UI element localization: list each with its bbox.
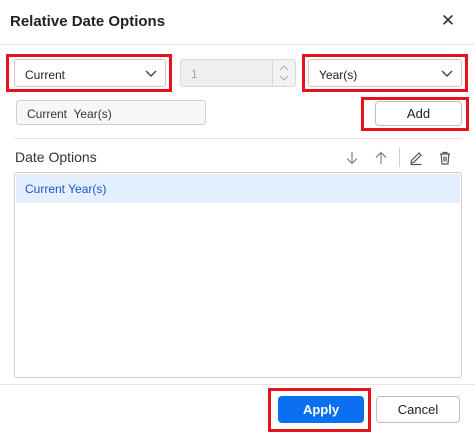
trash-icon[interactable] (437, 150, 453, 166)
count-input[interactable]: 1 (180, 59, 296, 87)
chevron-down-icon (441, 70, 453, 77)
expression-preview: Current Year(s) (16, 100, 206, 125)
dialog-title: Relative Date Options (10, 13, 166, 30)
add-button[interactable]: Add (375, 101, 462, 126)
relative-date-options-dialog: Relative Date Options ✕ Current 1 Year(s… (0, 0, 474, 441)
unit-select-value: Year(s) (319, 68, 358, 82)
dialog-header: Relative Date Options ✕ (0, 0, 474, 45)
list-item[interactable]: Current Year(s) (16, 174, 460, 203)
divider (14, 138, 462, 139)
period-select[interactable]: Current (14, 59, 166, 87)
list-item-label: Current Year(s) (25, 182, 107, 196)
pencil-icon[interactable] (408, 150, 424, 166)
apply-button[interactable]: Apply (278, 396, 364, 423)
close-icon[interactable]: ✕ (440, 12, 456, 30)
count-input-value: 1 (191, 67, 198, 81)
date-options-list: Current Year(s) (14, 172, 462, 378)
toolbar-separator (399, 148, 400, 167)
date-options-label: Date Options (15, 149, 97, 165)
unit-select[interactable]: Year(s) (308, 59, 462, 87)
arrow-down-icon[interactable] (344, 150, 360, 166)
cancel-button[interactable]: Cancel (376, 396, 460, 423)
spinner-icon[interactable] (272, 60, 295, 86)
expression-preview-text: Current Year(s) (27, 107, 112, 121)
arrow-up-icon[interactable] (373, 150, 389, 166)
chevron-down-icon (145, 70, 157, 77)
period-select-value: Current (25, 68, 66, 82)
